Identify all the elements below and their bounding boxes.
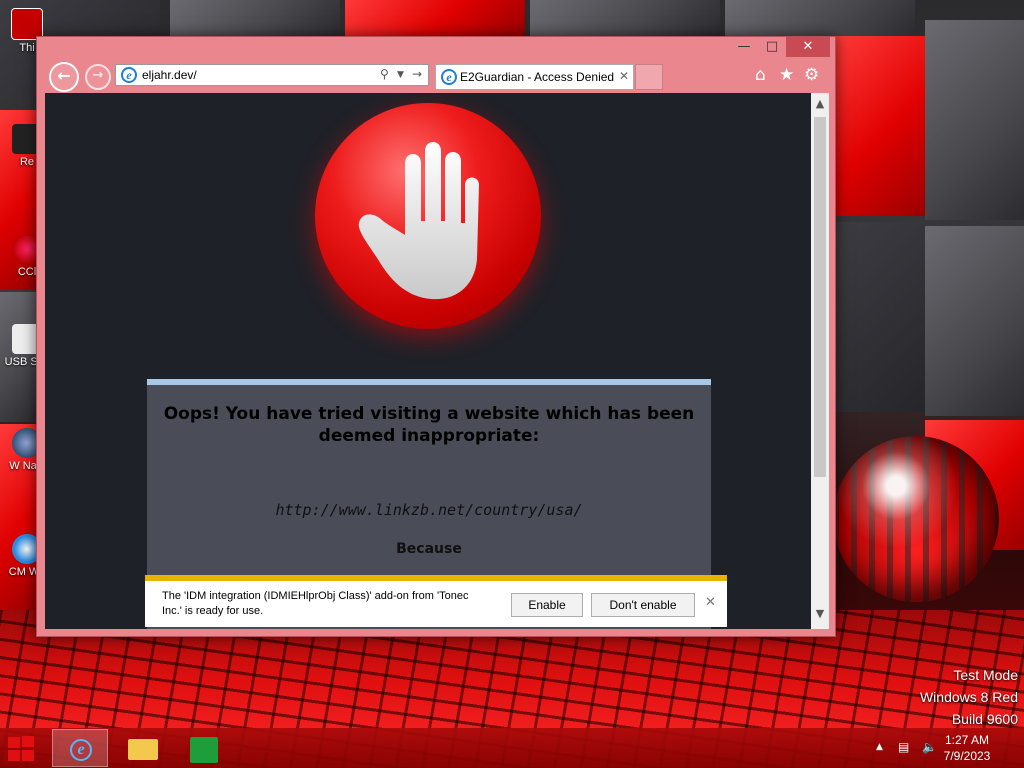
new-tab-button[interactable] bbox=[635, 64, 663, 90]
dont-enable-button[interactable]: Don't enable bbox=[591, 593, 695, 617]
taskbar: e ▲ ▤ 🔈 1:27 AM 7/9/2023 bbox=[0, 728, 1024, 768]
taskbar-item-file-explorer[interactable] bbox=[116, 729, 172, 767]
watermark-line: Windows 8 Red bbox=[919, 689, 1018, 705]
wallpaper-cube bbox=[835, 222, 925, 412]
close-button[interactable]: ✕ bbox=[786, 37, 830, 57]
wallpaper-cube bbox=[835, 36, 925, 216]
scroll-thumb[interactable] bbox=[814, 117, 826, 477]
address-text[interactable]: eljahr.dev/ bbox=[142, 68, 197, 82]
windows-logo-icon bbox=[22, 736, 34, 747]
gear-icon[interactable]: ⚙ bbox=[804, 65, 819, 85]
search-icon[interactable]: ⚲ bbox=[380, 67, 389, 81]
windows-logo-icon bbox=[22, 750, 34, 761]
wallpaper-cube bbox=[170, 0, 340, 36]
title-bar[interactable]: — □ ✕ bbox=[37, 37, 835, 59]
taskbar-item-store[interactable] bbox=[178, 729, 234, 767]
chrome-sphere bbox=[833, 436, 999, 602]
forward-arrow-icon[interactable]: → bbox=[85, 64, 111, 90]
wallpaper-cube bbox=[345, 0, 525, 36]
block-heading: Oops! You have tried visiting a website … bbox=[163, 404, 695, 446]
clock-date[interactable]: 7/9/2023 bbox=[932, 749, 1002, 763]
notification-message: The 'IDM integration (IDMIEHlprObj Class… bbox=[162, 590, 469, 617]
clock-time[interactable]: 1:27 AM bbox=[932, 733, 1002, 747]
close-icon[interactable]: ✕ bbox=[705, 595, 716, 610]
minimize-button[interactable]: — bbox=[730, 37, 758, 57]
address-bar[interactable]: e eljahr.dev/ ⚲ ▼ → bbox=[115, 64, 429, 86]
wallpaper-cube bbox=[925, 20, 1024, 220]
home-icon[interactable]: ⌂ bbox=[755, 65, 766, 85]
ie-logo-icon: e bbox=[441, 69, 457, 85]
ie-icon: e bbox=[70, 739, 92, 761]
back-arrow-icon[interactable]: ← bbox=[49, 62, 79, 92]
page-content: Oops! You have tried visiting a website … bbox=[45, 93, 811, 629]
stop-hand-icon bbox=[315, 103, 541, 329]
tab-close-icon[interactable]: ✕ bbox=[619, 69, 629, 83]
vertical-scrollbar[interactable]: ▲ ▼ bbox=[811, 93, 829, 629]
star-icon[interactable]: ★ bbox=[779, 65, 794, 85]
network-icon[interactable]: ▤ bbox=[898, 740, 909, 754]
scroll-up-icon[interactable]: ▲ bbox=[813, 97, 827, 113]
enable-button[interactable]: Enable bbox=[511, 593, 583, 617]
addon-notification-bar: The 'IDM integration (IDMIEHlprObj Class… bbox=[145, 575, 727, 627]
dropdown-arrow-icon[interactable]: ▼ bbox=[397, 70, 404, 80]
watermark-line: Build 9600 bbox=[951, 711, 1018, 727]
browser-window: — □ ✕ ← → e eljahr.dev/ ⚲ ▼ → e E2Guardi… bbox=[36, 36, 836, 637]
taskbar-item-internet-explorer[interactable]: e bbox=[52, 729, 108, 767]
start-button[interactable] bbox=[8, 736, 38, 762]
scroll-down-icon[interactable]: ▼ bbox=[813, 607, 827, 623]
store-icon bbox=[190, 737, 218, 763]
windows-logo-icon bbox=[8, 750, 20, 761]
go-arrow-icon[interactable]: → bbox=[412, 67, 422, 81]
watermark-line: Test Mode bbox=[953, 667, 1018, 683]
wallpaper-cube bbox=[725, 0, 915, 36]
ie-logo-icon: e bbox=[121, 67, 137, 83]
os-watermark: Test Mode Windows 8 Red Build 9600 bbox=[920, 664, 1018, 730]
tab-active[interactable]: e E2Guardian - Access Denied ✕ bbox=[435, 64, 634, 90]
maximize-button[interactable]: □ bbox=[758, 37, 786, 57]
blocked-url: http://www.linkzb.net/country/usa/ bbox=[275, 501, 583, 519]
navigation-bar: ← → e eljahr.dev/ ⚲ ▼ → e E2Guardian - A… bbox=[37, 59, 835, 93]
tab-title: E2Guardian - Access Denied bbox=[460, 70, 615, 84]
windows-logo-icon bbox=[8, 737, 20, 748]
folder-icon bbox=[128, 739, 158, 760]
show-hidden-icons[interactable]: ▲ bbox=[876, 742, 883, 752]
reason-label: Because bbox=[396, 541, 462, 557]
wallpaper-cube bbox=[530, 0, 720, 36]
wallpaper-cube bbox=[925, 226, 1024, 416]
